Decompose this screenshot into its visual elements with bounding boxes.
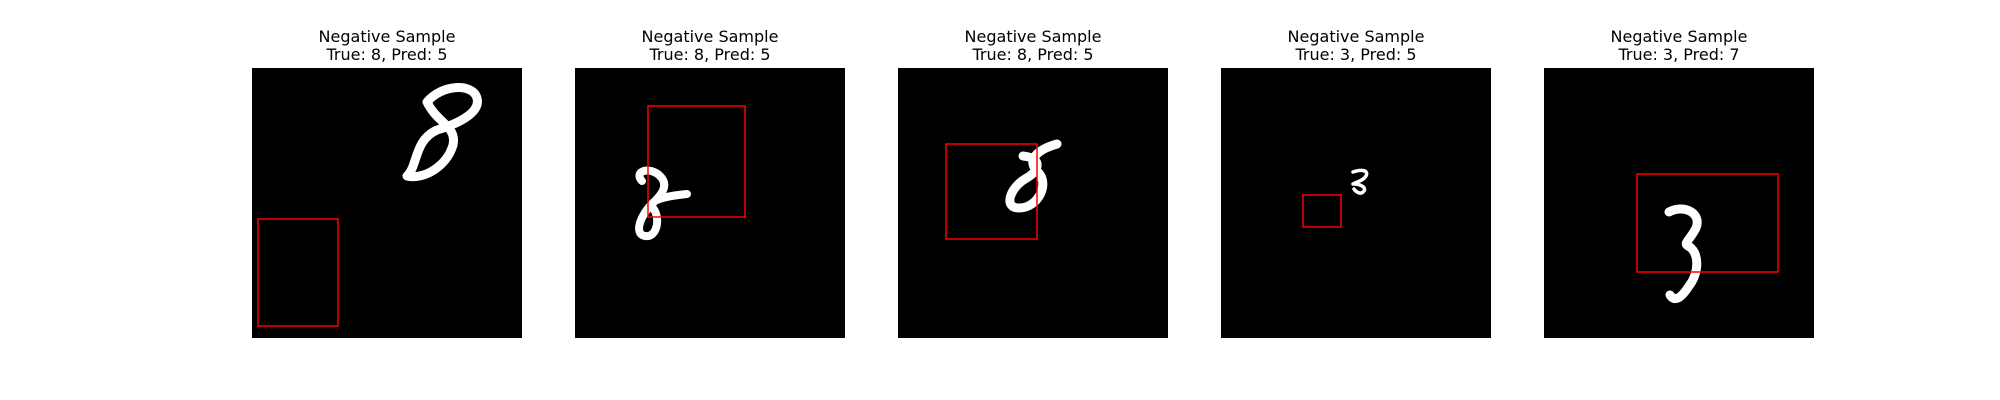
panel-subtitle-line: True: 3, Pred: 5: [1295, 45, 1417, 64]
panel-subtitle-line: True: 3, Pred: 7: [1618, 45, 1740, 64]
handwritten-3-icon: [1664, 204, 1702, 304]
sample-image: [1544, 68, 1814, 338]
sample-panel-3: Negative Sample True: 8, Pred: 5: [898, 0, 1168, 400]
bounding-box: [1636, 173, 1779, 273]
panel-title-line: Negative Sample: [1287, 27, 1425, 46]
handwritten-8-icon: [402, 83, 482, 182]
handwritten-8-icon: [1005, 139, 1062, 213]
panel-title: Negative Sample True: 3, Pred: 7: [1514, 28, 1844, 64]
sample-image: [898, 68, 1168, 338]
panel-title: Negative Sample True: 8, Pred: 5: [545, 28, 875, 64]
sample-panel-1: Negative Sample True: 8, Pred: 5: [252, 0, 522, 400]
sample-panel-4: Negative Sample True: 3, Pred: 5: [1221, 0, 1491, 400]
panel-title: Negative Sample True: 8, Pred: 5: [222, 28, 552, 64]
panel-title-line: Negative Sample: [641, 27, 779, 46]
sample-image: [1221, 68, 1491, 338]
panel-title: Negative Sample True: 8, Pred: 5: [868, 28, 1198, 64]
handwritten-8-icon: [635, 166, 691, 240]
sample-panel-2: Negative Sample True: 8, Pred: 5: [575, 0, 845, 400]
handwritten-3-icon: [1351, 168, 1369, 195]
panel-title: Negative Sample True: 3, Pred: 5: [1191, 28, 1521, 64]
panel-title-line: Negative Sample: [1610, 27, 1748, 46]
sample-image: [575, 68, 845, 338]
panel-title-line: Negative Sample: [964, 27, 1102, 46]
bounding-box: [257, 218, 339, 327]
panel-subtitle-line: True: 8, Pred: 5: [972, 45, 1094, 64]
panel-subtitle-line: True: 8, Pred: 5: [326, 45, 448, 64]
sample-image: [252, 68, 522, 338]
sample-panel-5: Negative Sample True: 3, Pred: 7: [1544, 0, 1814, 400]
panel-subtitle-line: True: 8, Pred: 5: [649, 45, 771, 64]
bounding-box: [1302, 194, 1342, 228]
panel-title-line: Negative Sample: [318, 27, 456, 46]
